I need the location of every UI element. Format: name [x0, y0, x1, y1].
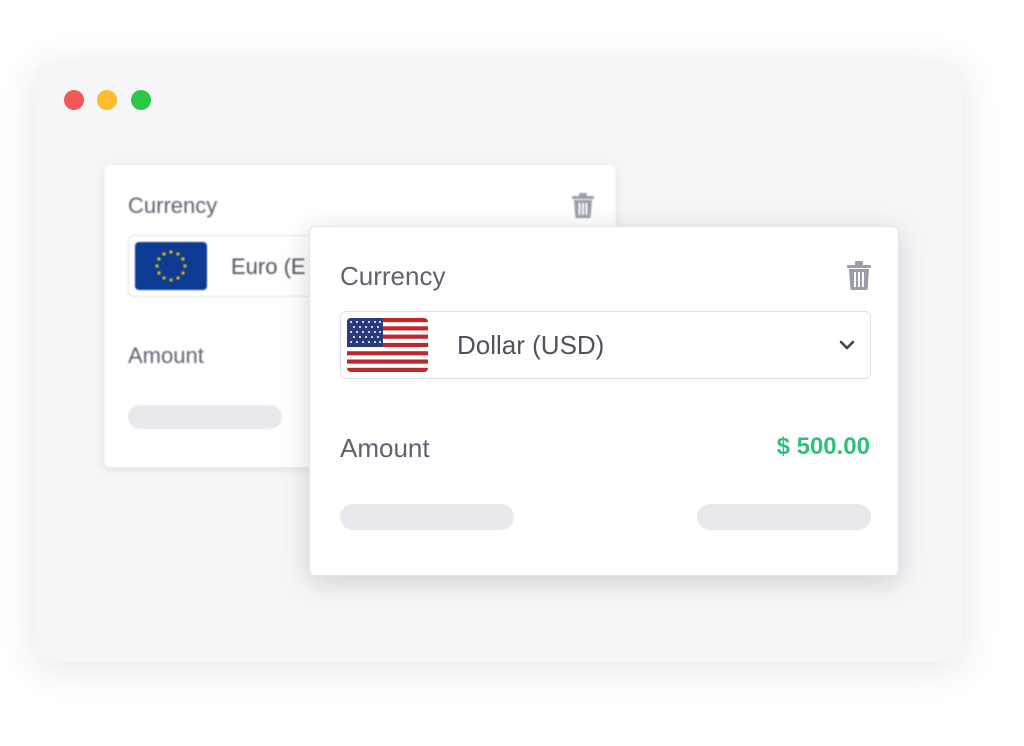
chevron-down-icon[interactable]: [839, 338, 855, 356]
currency-label: Currency: [340, 261, 446, 291]
amount-label: Amount: [340, 433, 430, 463]
trash-icon[interactable]: [571, 193, 595, 224]
minimize-window-button[interactable]: [97, 90, 117, 110]
currency-select-value: Euro (E: [231, 254, 306, 279]
currency-select[interactable]: Euro (E: [128, 235, 338, 297]
maximize-window-button[interactable]: [131, 90, 151, 110]
currency-label: Currency: [128, 193, 218, 218]
us-flag-icon: [347, 318, 428, 372]
currency-select-value: Dollar (USD): [457, 330, 605, 360]
close-window-button[interactable]: [64, 90, 84, 110]
eu-flag-icon: [135, 242, 207, 290]
placeholder-bar-left: [340, 504, 514, 530]
amount-value: $ 500.00: [776, 433, 870, 460]
trash-icon[interactable]: [846, 261, 872, 296]
currency-card-front: Currency Dollar (USD) Amount $ 500.00: [309, 226, 899, 576]
amount-label: Amount: [128, 343, 204, 368]
currency-select[interactable]: Dollar (USD): [340, 311, 871, 379]
placeholder-bar: [128, 405, 282, 429]
placeholder-bar-right: [697, 504, 871, 530]
